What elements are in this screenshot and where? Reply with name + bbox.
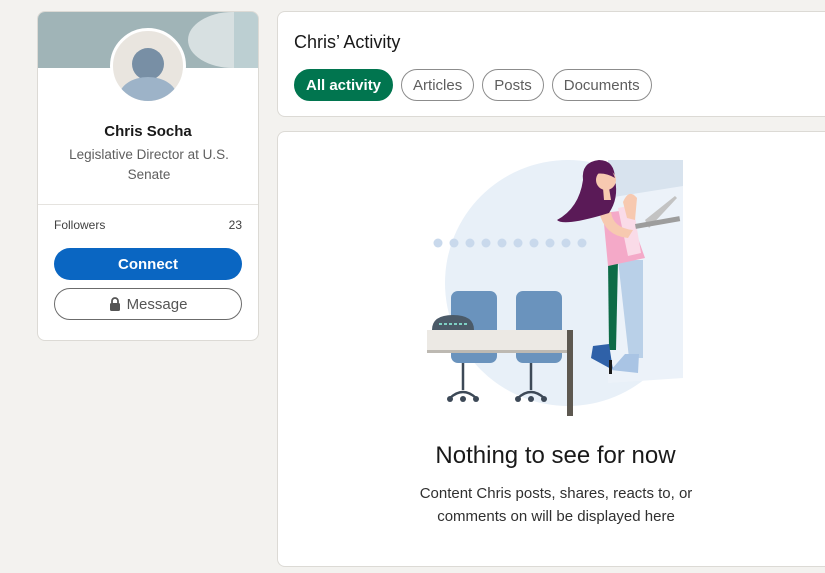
activity-title: Chris’ Activity — [294, 32, 401, 52]
message-button-label: Message — [126, 295, 188, 313]
filter-posts[interactable]: Posts — [482, 69, 544, 101]
profile-card: Chris Socha Legislative Director at U.S.… — [37, 11, 259, 341]
activity-filter-tabs: All activity Articles Posts Documents — [294, 69, 652, 101]
connect-button-label: Connect — [118, 255, 178, 273]
empty-state-title: Nothing to see for now — [435, 442, 676, 469]
divider — [38, 204, 258, 205]
profile-name[interactable]: Chris Socha — [38, 123, 258, 140]
connect-button[interactable]: Connect — [54, 248, 242, 280]
filter-documents[interactable]: Documents — [551, 69, 652, 101]
filter-articles[interactable]: Articles — [401, 69, 475, 101]
message-button[interactable]: Message — [54, 288, 242, 320]
filter-all-activity[interactable]: All activity — [294, 69, 394, 101]
filter-label: Documents — [563, 76, 640, 94]
followers-label: Followers — [54, 218, 106, 232]
empty-state-description: Content Chris posts, shares, reacts to, … — [419, 485, 693, 525]
empty-state-illustration — [427, 160, 688, 416]
profile-headline: Legislative Director at U.S. Senate — [69, 147, 229, 182]
filter-label: Articles — [413, 76, 463, 94]
followers-count: 23 — [228, 218, 242, 232]
activity-header-card: Chris’ Activity All activity Articles Po… — [277, 11, 825, 117]
filter-label: Posts — [494, 76, 532, 94]
lock-icon — [109, 297, 121, 311]
empty-state-card: Nothing to see for now Content Chris pos… — [277, 131, 825, 567]
filter-label: All activity — [306, 76, 382, 94]
avatar[interactable] — [110, 28, 186, 104]
